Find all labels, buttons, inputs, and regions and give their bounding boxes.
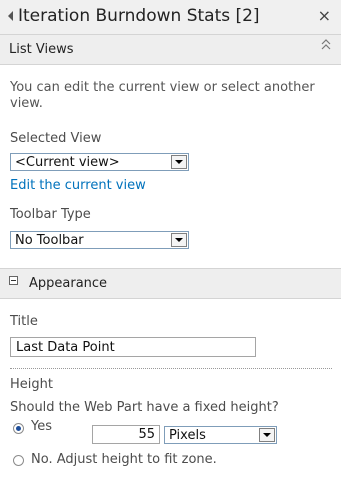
selected-view-dropdown[interactable]: <Current view> xyxy=(10,153,189,171)
edit-current-view-link[interactable]: Edit the current view xyxy=(10,178,146,193)
double-chevron-up-icon[interactable] xyxy=(321,39,331,55)
height-value-input[interactable]: 55 xyxy=(92,425,160,444)
height-yes-label: Yes xyxy=(31,419,52,434)
chevron-down-icon[interactable] xyxy=(171,155,187,169)
title-input[interactable]: Last Data Point xyxy=(10,337,256,357)
tool-pane-title: Iteration Burndown Stats [2] xyxy=(18,6,260,26)
close-icon[interactable]: × xyxy=(318,6,331,25)
triangle-left-icon[interactable] xyxy=(8,11,13,21)
section-divider xyxy=(10,368,332,369)
list-views-description: You can edit the current view or select … xyxy=(10,80,315,111)
toolbar-type-dropdown[interactable]: No Toolbar xyxy=(10,231,189,249)
height-no-radio[interactable] xyxy=(13,455,24,466)
title-label: Title xyxy=(10,314,38,329)
appearance-section-header[interactable]: Appearance xyxy=(0,268,341,299)
tool-pane-header: Iteration Burndown Stats [2] × xyxy=(0,0,341,35)
list-views-label: List Views xyxy=(9,42,74,57)
height-question: Should the Web Part have a fixed height? xyxy=(10,400,279,415)
minus-box-icon[interactable] xyxy=(9,276,18,285)
height-value: 55 xyxy=(138,427,155,442)
height-no-label: No. Adjust height to fit zone. xyxy=(31,452,217,467)
height-label: Height xyxy=(10,377,53,392)
height-unit-value: Pixels xyxy=(169,428,206,443)
height-yes-radio[interactable] xyxy=(13,423,24,434)
toolbar-type-value: No Toolbar xyxy=(15,233,84,248)
appearance-label: Appearance xyxy=(29,276,108,291)
list-views-section-header[interactable]: List Views xyxy=(0,34,341,65)
chevron-down-icon[interactable] xyxy=(171,233,187,247)
chevron-down-icon[interactable] xyxy=(259,428,275,442)
selected-view-label: Selected View xyxy=(10,131,102,146)
web-part-tool-pane: Iteration Burndown Stats [2] × List View… xyxy=(0,0,341,494)
title-input-value: Last Data Point xyxy=(16,340,115,355)
selected-view-value: <Current view> xyxy=(15,155,120,170)
height-unit-dropdown[interactable]: Pixels xyxy=(164,426,277,444)
toolbar-type-label: Toolbar Type xyxy=(10,207,91,222)
